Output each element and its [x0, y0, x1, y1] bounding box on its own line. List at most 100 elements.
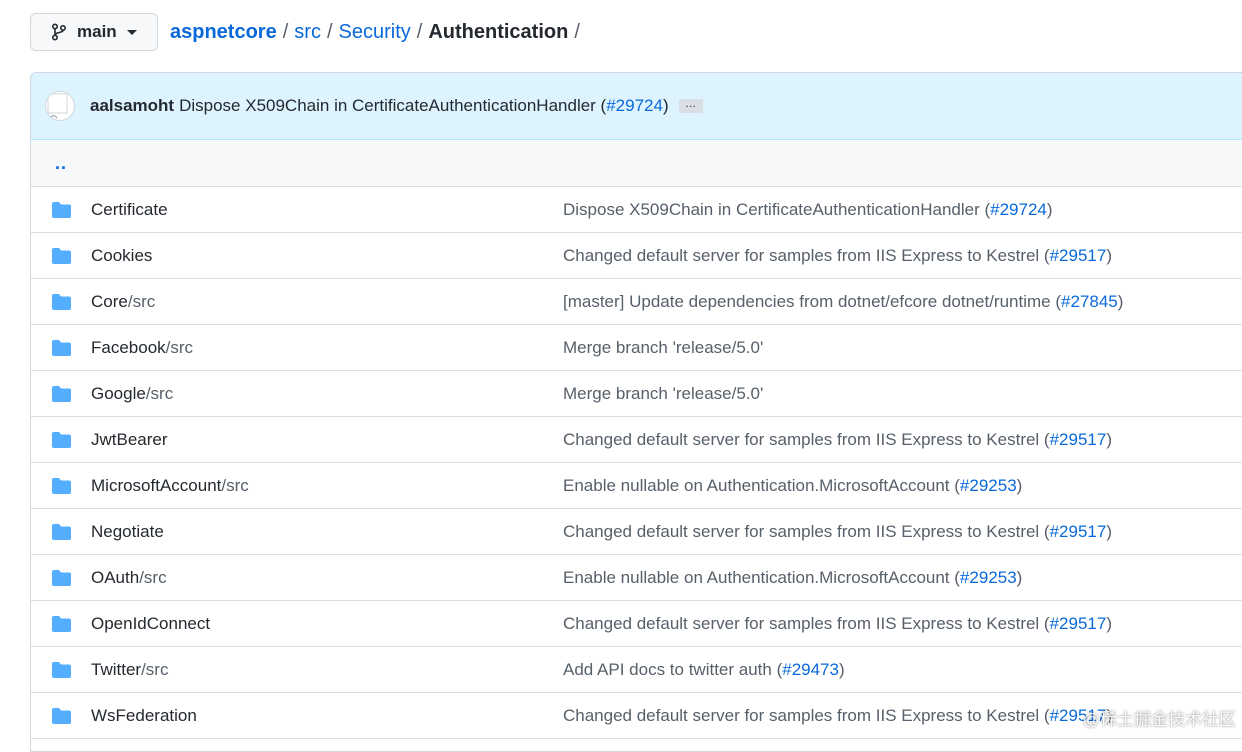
pr-link[interactable]: #29517	[1050, 246, 1107, 265]
directory-name: JwtBearer	[91, 430, 168, 449]
pr-link[interactable]: #29517	[1050, 430, 1107, 449]
directory-name-link[interactable]: Twitter/src	[91, 660, 168, 680]
commit-message[interactable]: Dispose X509Chain in CertificateAuthenti…	[179, 96, 669, 116]
commit-message-close: )	[663, 96, 669, 115]
commit-message-text: Add API docs to twitter auth (	[563, 660, 782, 679]
folder-icon	[51, 477, 72, 495]
table-row[interactable]: OpenIdConnect Changed default server for…	[31, 601, 1242, 647]
avatar[interactable]	[45, 91, 75, 121]
commit-message[interactable]: Merge branch 'release/5.0'	[563, 384, 763, 404]
commit-message-close: )	[839, 660, 845, 679]
commit-message-close: )	[1017, 568, 1023, 587]
latest-commit-bar: aalsamoht Dispose X509Chain in Certifica…	[31, 73, 1242, 140]
directory-name: WsFederation	[91, 706, 197, 725]
directory-name-link[interactable]: OpenIdConnect	[91, 614, 210, 634]
folder-icon	[51, 385, 72, 403]
folder-icon	[51, 569, 72, 587]
commit-message-text: Changed default server for samples from …	[563, 706, 1050, 725]
table-row[interactable]: MicrosoftAccount/src Enable nullable on …	[31, 463, 1242, 509]
directory-name-link[interactable]: JwtBearer	[91, 430, 168, 450]
table-row[interactable]: Facebook/src Merge branch 'release/5.0'	[31, 325, 1242, 371]
commit-message-text: Merge branch 'release/5.0'	[563, 338, 763, 357]
directory-name-link[interactable]: WsFederation	[91, 706, 197, 726]
directory-subpath: /src	[139, 568, 166, 587]
commit-message[interactable]: Dispose X509Chain in CertificateAuthenti…	[563, 200, 1053, 220]
directory-name-link[interactable]: Negotiate	[91, 522, 164, 542]
directory-name-link[interactable]: OAuth/src	[91, 568, 167, 588]
folder-icon	[51, 707, 72, 725]
pr-link[interactable]: #29517	[1050, 614, 1107, 633]
table-row[interactable]: Google/src Merge branch 'release/5.0'	[31, 371, 1242, 417]
commit-message[interactable]: Changed default server for samples from …	[563, 522, 1112, 542]
parent-directory-link[interactable]: ..	[55, 153, 67, 174]
table-row[interactable]: Negotiate Changed default server for sam…	[31, 509, 1242, 555]
directory-name: Cookies	[91, 246, 152, 265]
pr-link[interactable]: #29517	[1050, 522, 1107, 541]
commit-message-close: )	[1106, 522, 1112, 541]
table-row[interactable]: Cookies Changed default server for sampl…	[31, 233, 1242, 279]
table-row[interactable]: OAuth/src Enable nullable on Authenticat…	[31, 555, 1242, 601]
commit-message-close: )	[1118, 292, 1124, 311]
directory-subpath: /src	[221, 476, 248, 495]
commit-message-text: Enable nullable on Authentication.Micros…	[563, 568, 960, 587]
directory-name: Certificate	[91, 200, 168, 219]
table-row[interactable]: WsFederation Changed default server for …	[31, 693, 1242, 739]
repo-navigation: main aspnetcore / src / Security / Authe…	[30, 12, 586, 52]
commit-message[interactable]: Changed default server for samples from …	[563, 246, 1112, 266]
folder-icon	[51, 293, 72, 311]
commit-message-text: Dispose X509Chain in CertificateAuthenti…	[563, 200, 990, 219]
pr-link[interactable]: #29724	[990, 200, 1047, 219]
branch-select-button[interactable]: main	[30, 13, 158, 51]
commit-message[interactable]: Changed default server for samples from …	[563, 430, 1112, 450]
breadcrumb-current: Authentication	[428, 21, 568, 44]
pr-link[interactable]: #29253	[960, 476, 1017, 495]
commit-message[interactable]: Enable nullable on Authentication.Micros…	[563, 568, 1022, 588]
caret-down-icon	[127, 30, 137, 35]
watermark: @稀土掘金技术社区	[1083, 705, 1236, 730]
directory-name: Twitter	[91, 660, 141, 679]
directory-name-link[interactable]: Cookies	[91, 246, 152, 266]
commit-message[interactable]: Add API docs to twitter auth (#29473)	[563, 660, 845, 680]
breadcrumb-separator: /	[574, 21, 580, 44]
folder-icon	[51, 661, 72, 679]
breadcrumb-link-security[interactable]: Security	[339, 21, 411, 44]
table-row[interactable]: Certificate Dispose X509Chain in Certifi…	[31, 187, 1242, 233]
commit-author[interactable]: aalsamoht	[90, 96, 174, 116]
parent-directory-row[interactable]: ..	[31, 140, 1242, 187]
commit-message[interactable]: Changed default server for samples from …	[563, 614, 1112, 634]
directory-subpath: /src	[166, 338, 193, 357]
directory-subpath: /src	[146, 384, 173, 403]
commit-pr-link[interactable]: #29724	[606, 96, 663, 115]
directory-name-link[interactable]: Core/src	[91, 292, 155, 312]
directory-name: Core	[91, 292, 128, 311]
directory-name-link[interactable]: MicrosoftAccount/src	[91, 476, 249, 496]
directory-name: Google	[91, 384, 146, 403]
branch-name: main	[77, 22, 117, 42]
expand-commit-button[interactable]: …	[679, 99, 703, 113]
folder-icon	[51, 523, 72, 541]
directory-name-link[interactable]: Certificate	[91, 200, 168, 220]
commit-message[interactable]: Changed default server for samples from …	[563, 706, 1112, 726]
pr-link[interactable]: #29473	[782, 660, 839, 679]
breadcrumb-root-link[interactable]: aspnetcore	[170, 21, 277, 44]
commit-message-close: )	[1106, 614, 1112, 633]
commit-message-close: )	[1047, 200, 1053, 219]
commit-message-text: Changed default server for samples from …	[563, 246, 1050, 265]
table-row[interactable]: JwtBearer Changed default server for sam…	[31, 417, 1242, 463]
directory-name: OpenIdConnect	[91, 614, 210, 633]
commit-message-close: )	[1106, 430, 1112, 449]
breadcrumb: aspnetcore / src / Security / Authentica…	[170, 21, 586, 44]
commit-message-text: Merge branch 'release/5.0'	[563, 384, 763, 403]
directory-name: MicrosoftAccount	[91, 476, 221, 495]
table-row[interactable]: Twitter/src Add API docs to twitter auth…	[31, 647, 1242, 693]
commit-message[interactable]: Merge branch 'release/5.0'	[563, 338, 763, 358]
directory-name-link[interactable]: Facebook/src	[91, 338, 193, 358]
commit-message[interactable]: Enable nullable on Authentication.Micros…	[563, 476, 1022, 496]
pr-link[interactable]: #27845	[1061, 292, 1118, 311]
commit-message[interactable]: [master] Update dependencies from dotnet…	[563, 292, 1123, 312]
table-row[interactable]: Core/src [master] Update dependencies fr…	[31, 279, 1242, 325]
folder-icon	[51, 201, 72, 219]
pr-link[interactable]: #29253	[960, 568, 1017, 587]
directory-name-link[interactable]: Google/src	[91, 384, 173, 404]
breadcrumb-link-src[interactable]: src	[294, 21, 321, 44]
